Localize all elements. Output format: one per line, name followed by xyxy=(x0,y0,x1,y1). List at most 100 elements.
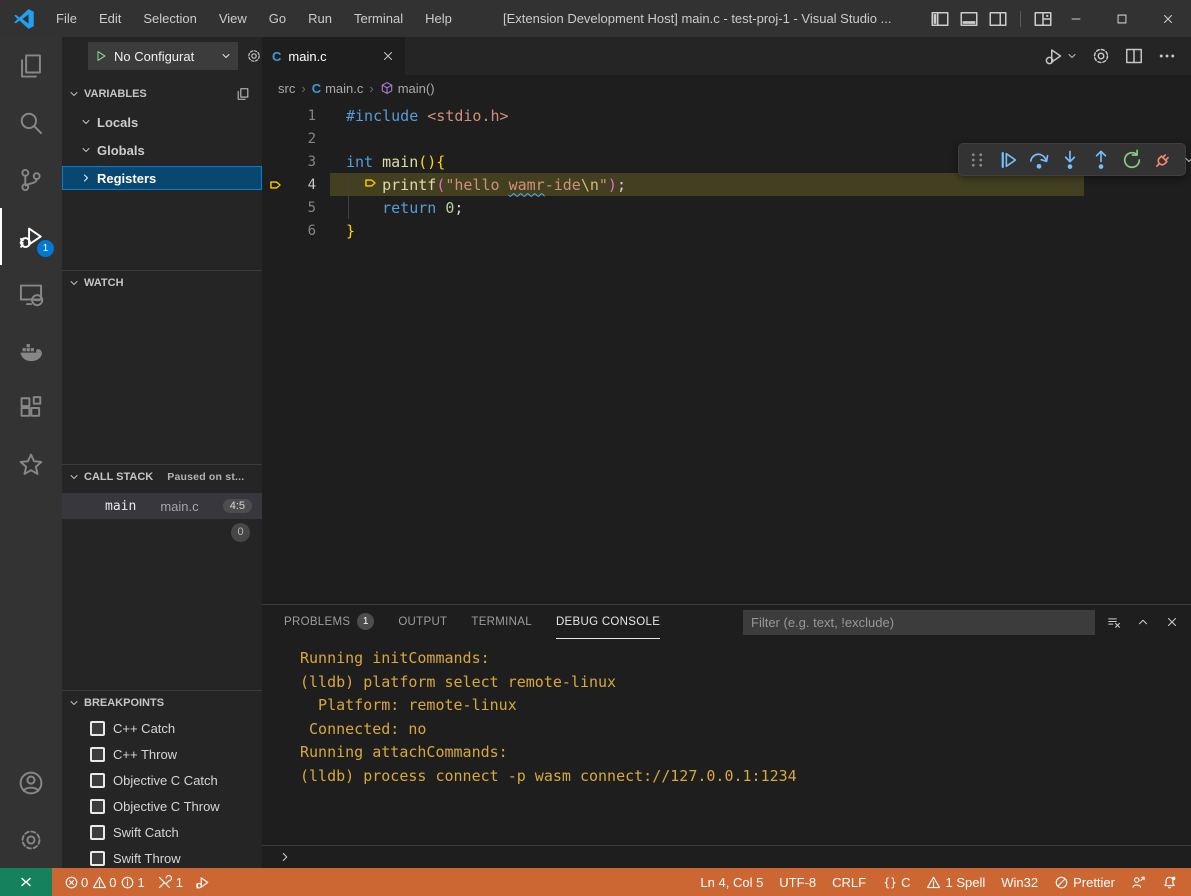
breakpoint-row[interactable]: C++ Catch xyxy=(62,715,262,741)
continue-icon[interactable] xyxy=(997,149,1019,171)
step-over-icon[interactable] xyxy=(1028,149,1050,171)
menu-go[interactable]: Go xyxy=(258,0,297,37)
gear-icon[interactable] xyxy=(246,48,262,64)
status-label: Prettier xyxy=(1073,875,1115,890)
code-token xyxy=(436,199,445,217)
gripper-icon[interactable] xyxy=(966,149,988,171)
panel-tab-label: TERMINAL xyxy=(471,616,532,628)
debug-status[interactable] xyxy=(189,868,216,896)
chevron-up-icon[interactable] xyxy=(1136,615,1150,629)
status-eol[interactable]: CRLF xyxy=(826,868,872,896)
split-editor-button[interactable] xyxy=(1124,46,1144,66)
breakpoints-header[interactable]: BREAKPOINTS xyxy=(62,691,262,715)
close-tab-icon[interactable] xyxy=(381,49,395,63)
run-or-debug-button[interactable] xyxy=(1044,46,1078,66)
remote-indicator[interactable] xyxy=(0,868,52,896)
status-encoding[interactable]: UTF-8 xyxy=(773,868,822,896)
breadcrumb-item[interactable]: src xyxy=(278,81,295,96)
activity-item-explorer[interactable] xyxy=(0,37,62,94)
variable-scope-globals[interactable]: Globals xyxy=(62,138,262,162)
ports-status[interactable]: 1 xyxy=(151,868,189,896)
activity-item-extensions[interactable] xyxy=(0,379,62,436)
menu-edit[interactable]: Edit xyxy=(88,0,132,37)
copy-icon[interactable] xyxy=(236,87,250,101)
activity-item-run-and-debug[interactable]: 1 xyxy=(0,208,62,265)
activity-item-source-control[interactable] xyxy=(0,151,62,208)
breadcrumb: src›Cmain.c›main() xyxy=(262,75,1191,101)
panel-tab-output[interactable]: OUTPUT xyxy=(398,605,447,639)
variable-scope-registers[interactable]: Registers xyxy=(62,166,262,190)
panel-tab-debug-console[interactable]: DEBUG CONSOLE xyxy=(556,605,660,639)
menu-selection[interactable]: Selection xyxy=(132,0,207,37)
step-out-icon[interactable] xyxy=(1090,149,1112,171)
breadcrumb-item[interactable]: Cmain.c xyxy=(312,81,364,96)
checkbox-unchecked[interactable] xyxy=(90,825,105,840)
checkbox-unchecked[interactable] xyxy=(90,773,105,788)
debug-config-dropdown[interactable]: No Configurat xyxy=(88,42,238,70)
customize-layout-icon[interactable] xyxy=(1033,9,1053,29)
code-token: "hello xyxy=(445,176,508,194)
close-icon[interactable] xyxy=(1165,615,1179,629)
menu-help[interactable]: Help xyxy=(414,0,463,37)
status-prettier[interactable]: Prettier xyxy=(1048,868,1121,896)
tab-main-c[interactable]: C main.c xyxy=(262,37,405,75)
breakpoint-row[interactable]: Swift Catch xyxy=(62,819,262,845)
gutter-glyph-margin[interactable] xyxy=(262,178,290,192)
code-token: ( xyxy=(436,176,445,194)
status-bar: 001 1 Ln 4, Col 5UTF-8CRLF{}C1 Spell Win3… xyxy=(0,868,1191,896)
code-token: } xyxy=(346,222,355,240)
menu-file[interactable]: File xyxy=(45,0,88,37)
clear-console-icon[interactable] xyxy=(1107,615,1121,629)
activity-item-marketplace[interactable] xyxy=(0,436,62,493)
menu-view[interactable]: View xyxy=(208,0,258,37)
call-stack-header[interactable]: CALL STACK Paused on st... xyxy=(62,465,262,489)
code-editor[interactable]: 1#include <stdio.h>23int main(){4 printf… xyxy=(262,101,1191,604)
status-label: Win32 xyxy=(1001,875,1038,890)
problems-status[interactable]: 001 xyxy=(58,868,151,896)
checkbox-unchecked[interactable] xyxy=(90,721,105,736)
status-spell-warnings[interactable]: 1 Spell xyxy=(920,868,991,896)
checkbox-unchecked[interactable] xyxy=(90,799,105,814)
disconnect-icon[interactable] xyxy=(1152,149,1174,171)
breadcrumb-item[interactable]: main() xyxy=(380,81,435,96)
activity-item-accounts[interactable] xyxy=(0,754,62,811)
line-number: 2 xyxy=(290,131,316,147)
status-language-mode[interactable]: {}C xyxy=(876,868,916,896)
more-actions-button[interactable] xyxy=(1157,46,1177,66)
stack-frame[interactable]: mainmain.c4:5 xyxy=(62,493,262,519)
activity-item-remote-explorer[interactable] xyxy=(0,265,62,322)
checkbox-unchecked[interactable] xyxy=(90,851,105,866)
maximize-button[interactable] xyxy=(1099,0,1145,37)
layout-panel-icon[interactable] xyxy=(959,9,979,29)
breakpoint-row[interactable]: C++ Throw xyxy=(62,741,262,767)
status-cursor-position[interactable]: Ln 4, Col 5 xyxy=(694,868,769,896)
activity-item-docker[interactable] xyxy=(0,322,62,379)
status-feedback[interactable] xyxy=(1125,868,1152,896)
step-into-icon[interactable] xyxy=(1059,149,1081,171)
activity-item-manage[interactable] xyxy=(0,811,62,868)
menu-run[interactable]: Run xyxy=(297,0,343,37)
session-row: 0 xyxy=(62,519,262,545)
debug-console-input[interactable] xyxy=(262,845,1191,868)
layout-sidebar-right-icon[interactable] xyxy=(988,9,1008,29)
filter-input[interactable] xyxy=(743,610,1095,635)
panel-tab-terminal[interactable]: TERMINAL xyxy=(471,605,532,639)
minimize-button[interactable] xyxy=(1053,0,1099,37)
watch-header[interactable]: WATCH xyxy=(62,271,262,295)
close-button[interactable] xyxy=(1145,0,1191,37)
menu-terminal[interactable]: Terminal xyxy=(343,0,414,37)
gear-button[interactable] xyxy=(1091,46,1111,66)
variables-header[interactable]: VARIABLES xyxy=(62,82,262,106)
status-platform[interactable]: Win32 xyxy=(995,868,1044,896)
editor-group: C main.c src›Cmain.c›main() 1#include <s… xyxy=(262,37,1191,868)
breakpoint-row[interactable]: Objective C Throw xyxy=(62,793,262,819)
layout-sidebar-left-icon[interactable] xyxy=(930,9,950,29)
breakpoint-row[interactable]: Objective C Catch xyxy=(62,767,262,793)
status-notifications[interactable] xyxy=(1156,868,1183,896)
panel-tab-problems[interactable]: PROBLEMS1 xyxy=(284,605,374,639)
activity-item-search[interactable] xyxy=(0,94,62,151)
variable-scope-locals[interactable]: Locals xyxy=(62,110,262,134)
checkbox-unchecked[interactable] xyxy=(90,747,105,762)
chevron-down-icon[interactable] xyxy=(1183,154,1191,166)
restart-icon[interactable] xyxy=(1121,149,1143,171)
